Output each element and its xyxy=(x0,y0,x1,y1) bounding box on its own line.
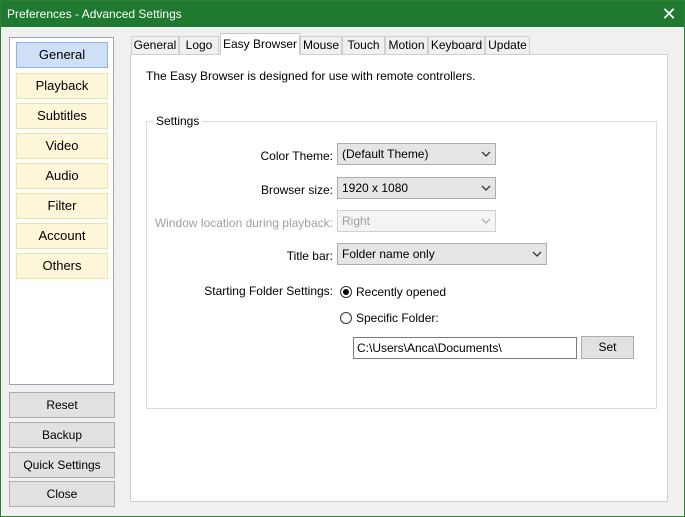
color-theme-label: Color Theme: xyxy=(260,149,333,163)
nav-item-audio[interactable]: Audio xyxy=(16,163,108,189)
starting-folder-label: Starting Folder Settings: xyxy=(204,284,333,298)
preferences-window: Preferences - Advanced Settings ✕ Genera… xyxy=(0,0,685,517)
color-theme-value: (Default Theme) xyxy=(342,147,429,161)
settings-group-label: Settings xyxy=(153,114,203,128)
tab-touch[interactable]: Touch xyxy=(342,36,385,54)
window-title: Preferences - Advanced Settings xyxy=(7,7,182,21)
tab-general[interactable]: General xyxy=(131,36,179,54)
folder-path-input[interactable]: C:\Users\Anca\Documents\ xyxy=(353,337,577,359)
title-bar-label: Title bar: xyxy=(286,249,333,263)
window-location-select: Right xyxy=(337,210,496,232)
set-folder-button[interactable]: Set xyxy=(581,336,634,359)
settings-group: Settings Color Theme: (Default Theme) Br… xyxy=(146,114,657,409)
chevron-down-icon xyxy=(481,218,491,224)
radio-unchecked-icon[interactable] xyxy=(340,312,352,324)
nav-item-subtitles[interactable]: Subtitles xyxy=(16,103,108,129)
easy-browser-panel: The Easy Browser is designed for use wit… xyxy=(130,54,668,502)
panel-description: The Easy Browser is designed for use wit… xyxy=(146,69,476,83)
chevron-down-icon xyxy=(481,185,491,191)
color-theme-select[interactable]: (Default Theme) xyxy=(337,143,496,165)
radio-checked-icon[interactable] xyxy=(340,286,352,298)
browser-size-label: Browser size: xyxy=(260,183,333,197)
window-location-value: Right xyxy=(342,214,371,228)
quick-settings-button[interactable]: Quick Settings xyxy=(9,452,115,478)
chevron-down-icon xyxy=(481,151,491,157)
tab-mouse[interactable]: Mouse xyxy=(300,36,342,54)
title-bar: Preferences - Advanced Settings ✕ xyxy=(1,1,684,27)
title-bar-select[interactable]: Folder name only xyxy=(337,243,547,265)
nav-item-general[interactable]: General xyxy=(16,42,108,68)
tab-logo[interactable]: Logo xyxy=(179,36,219,54)
tab-update[interactable]: Update xyxy=(485,36,530,54)
browser-size-select[interactable]: 1920 x 1080 xyxy=(337,177,496,199)
tab-keyboard[interactable]: Keyboard xyxy=(428,36,485,54)
nav-item-playback[interactable]: Playback xyxy=(16,73,108,99)
nav-item-account[interactable]: Account xyxy=(16,223,108,249)
window-location-label: Window location during playback: xyxy=(154,216,333,230)
recently-opened-label: Recently opened xyxy=(356,285,447,299)
nav-item-video[interactable]: Video xyxy=(16,133,108,159)
browser-size-value: 1920 x 1080 xyxy=(342,181,409,195)
chevron-down-icon xyxy=(532,251,542,257)
title-bar-value: Folder name only xyxy=(342,247,435,261)
close-icon[interactable]: ✕ xyxy=(654,1,684,27)
specific-folder-label: Specific Folder: xyxy=(356,311,439,325)
tab-easy-browser[interactable]: Easy Browser xyxy=(220,33,300,55)
close-button[interactable]: Close xyxy=(9,481,115,507)
nav-item-others[interactable]: Others xyxy=(16,253,108,279)
category-nav: General Playback Subtitles Video Audio F… xyxy=(9,37,114,385)
reset-button[interactable]: Reset xyxy=(9,392,115,418)
tab-motion[interactable]: Motion xyxy=(385,36,428,54)
backup-preferences-button[interactable]: Backup Preferences xyxy=(9,422,115,466)
nav-item-filter[interactable]: Filter xyxy=(16,193,108,219)
